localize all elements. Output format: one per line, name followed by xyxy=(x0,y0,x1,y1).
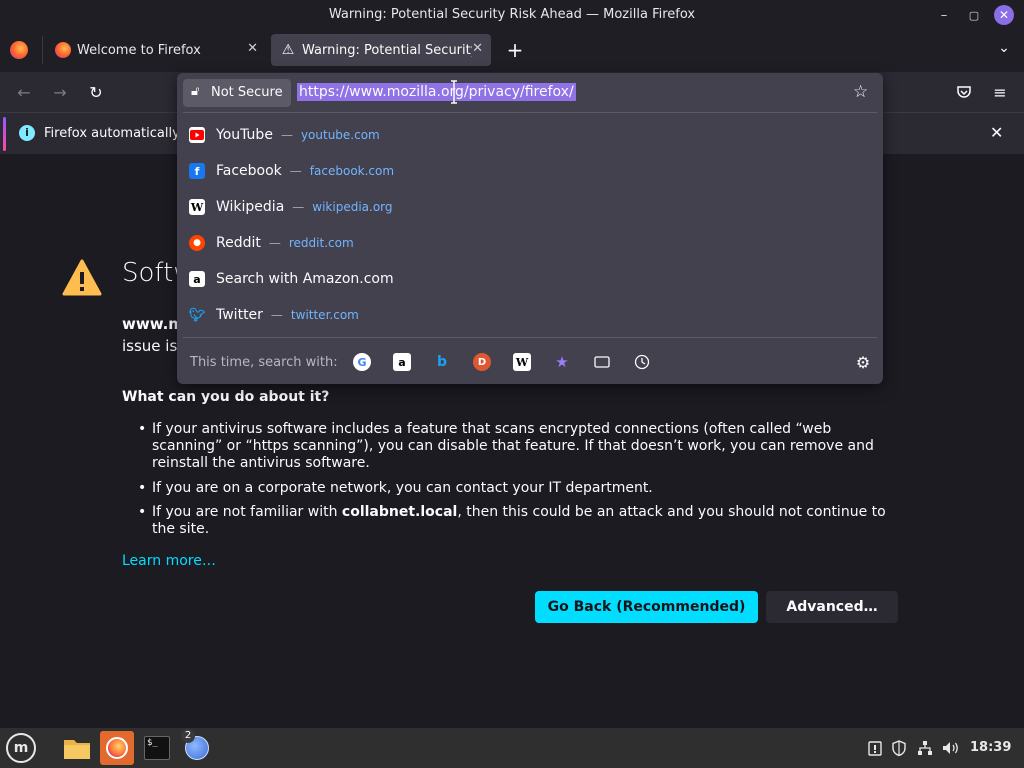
suggestion-title: Wikipedia xyxy=(216,199,285,215)
reddit-icon: ● xyxy=(189,235,205,251)
bullet-text: If you are not familiar with xyxy=(152,504,342,520)
suggestion-url: reddit.com xyxy=(288,236,354,250)
list-item: If you are not familiar with collabnet.l… xyxy=(138,504,902,538)
facebook-icon: f xyxy=(189,163,205,179)
what-heading: What can you do about it? xyxy=(122,389,330,405)
list-item: If you are on a corporate network, you c… xyxy=(138,480,902,497)
hostname: collabnet.local xyxy=(341,504,458,520)
minimize-button[interactable]: – xyxy=(934,5,954,25)
search-with-label: This time, search with: xyxy=(190,355,338,370)
twitter-icon: 🐦︎ xyxy=(188,307,206,323)
close-window-button[interactable]: ✕ xyxy=(994,5,1014,25)
window-count-badge: 2 xyxy=(181,729,195,743)
start-menu-icon[interactable]: m xyxy=(6,733,36,763)
duckduckgo-icon[interactable]: D xyxy=(473,353,491,371)
firefox-taskbar-icon[interactable] xyxy=(100,731,134,765)
separator: — xyxy=(270,308,283,322)
site-name: www.m xyxy=(122,315,184,333)
forward-button[interactable]: → xyxy=(48,80,72,104)
history-icon[interactable] xyxy=(633,353,651,371)
unlocked-icon: 🔓︎ xyxy=(191,84,200,99)
amazon-icon: a xyxy=(189,271,205,287)
notification-accent xyxy=(3,117,6,151)
youtube-icon xyxy=(189,127,205,143)
clock: 18:39 xyxy=(970,740,1012,755)
suggestion-title: Reddit xyxy=(216,235,261,251)
wikipedia-icon[interactable]: W xyxy=(513,353,531,371)
extension-icon[interactable]: ★ xyxy=(553,353,571,371)
suggestion-row[interactable]: W Wikipedia — wikipedia.org xyxy=(186,190,876,224)
popup-divider xyxy=(183,112,877,113)
separator: — xyxy=(289,164,302,178)
window-title: Warning: Potential Security Risk Ahead —… xyxy=(328,7,696,22)
learn-more-link[interactable]: Learn more… xyxy=(122,553,216,570)
firefox-icon xyxy=(55,42,71,58)
suggestion-row[interactable]: ● Reddit — reddit.com xyxy=(186,226,876,260)
tabs-icon[interactable] xyxy=(593,353,611,371)
issue-text: issue is xyxy=(122,337,178,355)
bing-icon[interactable]: b xyxy=(433,353,451,371)
tab-label: Warning: Potential Security xyxy=(302,42,472,58)
new-tab-button[interactable]: + xyxy=(505,38,525,62)
warning-large-icon xyxy=(62,258,102,298)
info-icon: i xyxy=(19,125,35,141)
shield-icon[interactable] xyxy=(890,739,908,757)
suggestion-row[interactable]: YouTube — youtube.com xyxy=(186,118,876,152)
warning-icon: ⚠ xyxy=(281,42,295,58)
google-icon[interactable]: G xyxy=(353,353,371,371)
tab-security-warning[interactable]: ⚠ Warning: Potential Security ✕ xyxy=(271,34,491,66)
back-button[interactable]: ← xyxy=(12,80,36,104)
close-notification-button[interactable]: ✕ xyxy=(990,123,1003,142)
suggestion-url: facebook.com xyxy=(309,164,395,178)
firefox-view-icon[interactable] xyxy=(10,41,28,59)
suggestion-title: Facebook xyxy=(216,163,282,179)
update-manager-icon[interactable] xyxy=(866,739,884,757)
separator: — xyxy=(280,128,293,142)
suggestion-url: twitter.com xyxy=(290,308,359,322)
notification-text: Firefox automatically s xyxy=(44,126,191,141)
identity-box[interactable]: 🔓︎ Not Secure xyxy=(183,79,291,107)
tab-label: Welcome to Firefox xyxy=(77,42,201,58)
suggestion-row[interactable]: 🐦︎ Twitter — twitter.com xyxy=(186,298,876,332)
files-icon[interactable] xyxy=(60,731,94,765)
search-settings-icon[interactable]: ⚙ xyxy=(854,353,872,372)
network-icon[interactable] xyxy=(916,739,934,757)
list-item: If your antivirus software includes a fe… xyxy=(138,421,902,472)
close-tab-icon[interactable]: ✕ xyxy=(472,41,483,56)
terminal-icon[interactable]: $_ xyxy=(140,731,174,765)
suggestion-url: wikipedia.org xyxy=(312,200,393,214)
not-secure-label: Not Secure xyxy=(211,85,283,100)
maximize-button[interactable]: ▢ xyxy=(964,5,984,25)
text-cursor-icon xyxy=(450,80,458,104)
popup-divider xyxy=(183,337,877,338)
close-tab-icon[interactable]: ✕ xyxy=(247,41,258,56)
separator: — xyxy=(292,200,305,214)
pocket-icon[interactable] xyxy=(952,80,976,104)
volume-icon[interactable] xyxy=(942,739,960,757)
suggestion-row[interactable]: a Search with Amazon.com xyxy=(186,262,876,296)
list-tabs-button[interactable]: ⌄ xyxy=(994,40,1014,60)
suggestion-title: Twitter xyxy=(216,307,263,323)
url-input[interactable]: https://www.mozilla.org/privacy/firefox/ xyxy=(297,83,576,101)
menu-button[interactable]: ≡ xyxy=(988,80,1012,104)
reload-button[interactable]: ↻ xyxy=(84,80,108,104)
go-back-button[interactable]: Go Back (Recommended) xyxy=(535,591,758,623)
amazon-icon[interactable]: a xyxy=(393,353,411,371)
separator: — xyxy=(268,236,281,250)
suggestion-title: Search with Amazon.com xyxy=(216,271,394,287)
tab-welcome[interactable]: Welcome to Firefox ✕ xyxy=(46,34,266,66)
advanced-button[interactable]: Advanced… xyxy=(766,591,898,623)
bookmark-star-icon[interactable]: ☆ xyxy=(853,82,868,102)
suggestion-title: YouTube xyxy=(216,127,273,143)
wikipedia-icon: W xyxy=(189,199,205,215)
window-titlebar: Warning: Potential Security Risk Ahead —… xyxy=(0,0,1024,30)
tab-divider xyxy=(42,36,43,64)
suggestion-url: youtube.com xyxy=(300,128,380,142)
suggestion-row[interactable]: f Facebook — facebook.com xyxy=(186,154,876,188)
